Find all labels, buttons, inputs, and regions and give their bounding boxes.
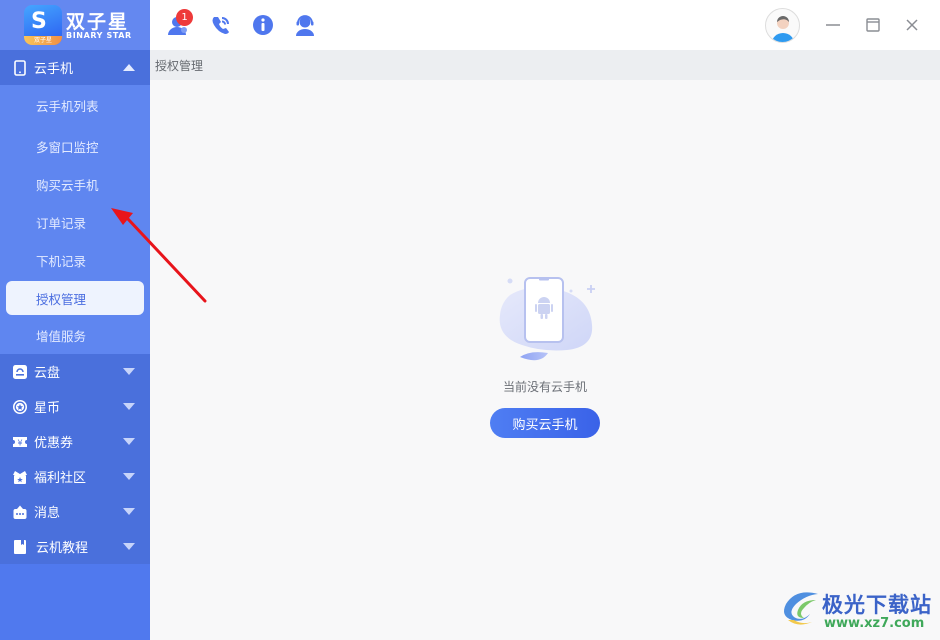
breadcrumb-current: 授权管理 bbox=[155, 58, 204, 73]
sidebar-group-star-coin[interactable]: 星币 bbox=[0, 389, 150, 424]
sidebar-group-label: 福利社区 bbox=[34, 471, 87, 486]
message-icon bbox=[12, 504, 28, 520]
watermark-url: www.xz7.com bbox=[824, 616, 925, 631]
chevron-up-icon bbox=[123, 64, 135, 71]
notification-badge: 1 bbox=[176, 9, 193, 26]
sidebar: S 双子星 双子星 BINARY STAR 云手机 云手机列表 多窗口监控 购买… bbox=[0, 0, 150, 640]
phone-support-icon[interactable] bbox=[209, 13, 233, 37]
tutorial-book-icon bbox=[12, 539, 28, 555]
sidebar-group-coupon[interactable]: ¥ 优惠券 bbox=[0, 424, 150, 459]
watermark-name: 极光下载站 bbox=[822, 593, 932, 617]
svg-text:¥: ¥ bbox=[17, 438, 22, 447]
sidebar-item-value-added[interactable]: 增值服务 bbox=[6, 318, 144, 352]
sidebar-item-buy-cloud-phone[interactable]: 购买云手机 bbox=[6, 167, 144, 201]
chevron-down-icon bbox=[123, 508, 135, 515]
sidebar-group-label: 云机教程 bbox=[36, 541, 89, 556]
sidebar-group-label: 云盘 bbox=[34, 366, 61, 381]
close-icon[interactable] bbox=[901, 14, 923, 36]
sidebar-empty-area bbox=[0, 564, 150, 640]
chevron-down-icon bbox=[123, 368, 135, 375]
chevron-down-icon bbox=[123, 473, 135, 480]
chevron-down-icon bbox=[123, 543, 135, 550]
sidebar-group-cloud-phone[interactable]: 云手机 bbox=[0, 50, 150, 85]
chevron-down-icon bbox=[123, 403, 135, 410]
phone-icon bbox=[12, 59, 28, 76]
sidebar-subnav: 云手机列表 多窗口监控 购买云手机 订单记录 下机记录 授权管理 增值服务 bbox=[0, 85, 150, 354]
sidebar-group-messages[interactable]: 消息 bbox=[0, 494, 150, 529]
sidebar-group-label: 星币 bbox=[34, 401, 61, 416]
star-coin-icon bbox=[12, 399, 28, 415]
logo-mark-icon: S 双子星 bbox=[24, 5, 62, 45]
sidebar-group-label: 消息 bbox=[34, 506, 61, 521]
sidebar-item-orders[interactable]: 订单记录 bbox=[6, 205, 144, 239]
minimize-icon[interactable] bbox=[822, 14, 844, 36]
empty-phone-illustration bbox=[499, 277, 595, 361]
info-icon[interactable] bbox=[251, 13, 275, 37]
sidebar-item-cloud-phone-list[interactable]: 云手机列表 bbox=[6, 88, 144, 122]
logo-ribbon: 双子星 bbox=[24, 36, 62, 45]
chevron-down-icon bbox=[123, 438, 135, 445]
brand-name-en: BINARY STAR bbox=[66, 31, 132, 40]
watermark-logo-icon bbox=[784, 592, 818, 625]
customer-service-icon[interactable] bbox=[293, 13, 317, 37]
buy-cloud-phone-button[interactable]: 购买云手机 bbox=[490, 408, 600, 438]
sidebar-group-tutorial[interactable]: 云机教程 bbox=[0, 529, 150, 564]
maximize-icon[interactable] bbox=[862, 14, 884, 36]
sidebar-item-authorization[interactable]: 授权管理 bbox=[6, 281, 144, 315]
brand-name: 双子星 bbox=[66, 11, 130, 33]
sidebar-item-offline-records[interactable]: 下机记录 bbox=[6, 243, 144, 277]
coupon-icon: ¥ bbox=[12, 434, 28, 450]
sidebar-group-label: 优惠券 bbox=[34, 436, 74, 451]
sidebar-item-multi-window[interactable]: 多窗口监控 bbox=[6, 129, 144, 163]
app-logo: S 双子星 双子星 BINARY STAR bbox=[0, 0, 150, 50]
gift-icon bbox=[12, 469, 28, 485]
sidebar-group-label: 云手机 bbox=[34, 62, 74, 77]
cloud-disk-icon bbox=[12, 364, 28, 380]
breadcrumb: 授权管理 bbox=[150, 50, 940, 80]
sidebar-group-welfare[interactable]: 福利社区 bbox=[0, 459, 150, 494]
user-avatar[interactable] bbox=[765, 8, 800, 43]
sidebar-group-cloud-disk[interactable]: 云盘 bbox=[0, 354, 150, 389]
empty-state-message: 当前没有云手机 bbox=[502, 380, 587, 394]
